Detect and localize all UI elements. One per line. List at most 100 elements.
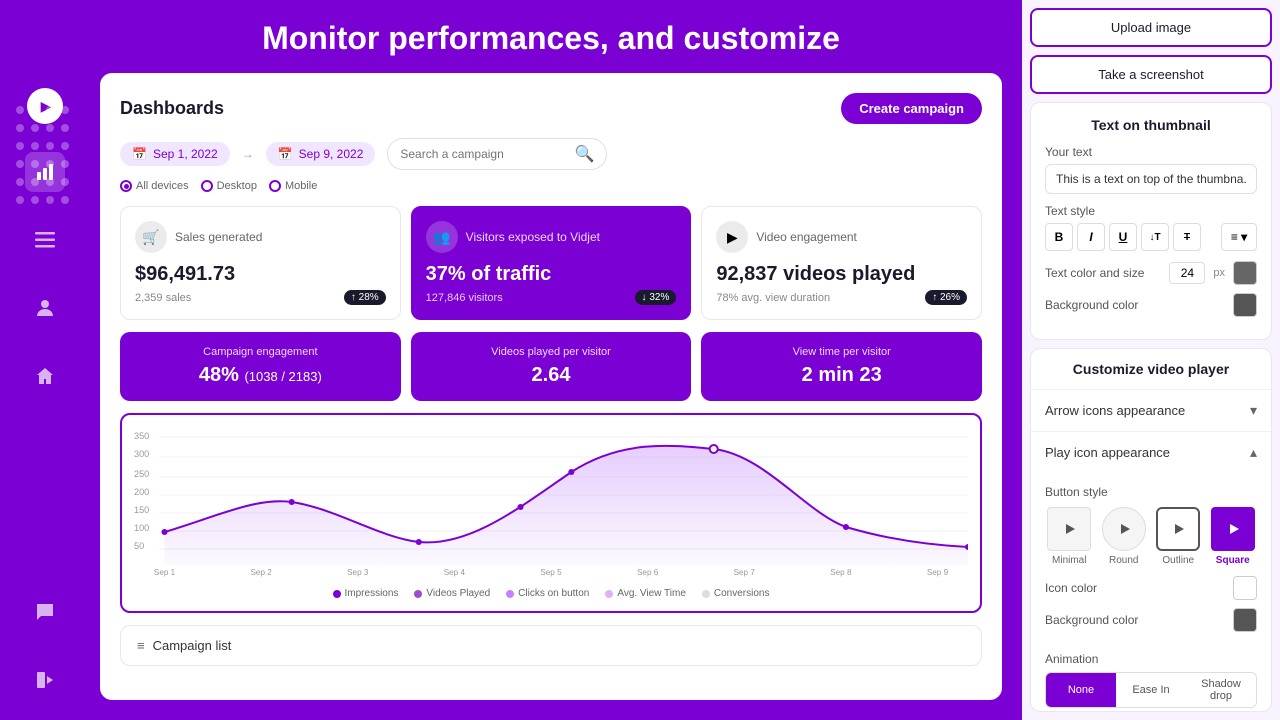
campaign-list-icon: ≡ [137,638,145,653]
filter-mobile[interactable]: Mobile [269,180,317,192]
btn-style-minimal[interactable]: Minimal [1045,507,1094,566]
engagement-label: Video engagement [756,230,857,244]
radio-all-devices [120,180,132,192]
visitors-value: 37% of traffic [426,263,677,286]
anim-ease-in[interactable]: Ease In [1116,673,1186,707]
stat-header-engagement: ▶ Video engagement [716,221,967,253]
legend-dot-conversions [702,590,710,598]
thumbnail-text-section: Text on thumbnail Your text Text style B… [1030,102,1272,340]
view-time-value: 2 min 23 [715,364,968,387]
btn-name-outline: Outline [1162,555,1194,566]
icon-color-swatch[interactable] [1233,576,1257,600]
svg-text:Sep 8: Sep 8 [830,568,852,577]
visitors-icon: 👥 [426,221,458,253]
legend-conversions: Conversions [702,588,770,599]
btn-name-round: Round [1109,555,1138,566]
icon-color-row: Icon color [1045,576,1257,600]
filter-all-devices[interactable]: All devices [120,180,189,192]
date-from-filter[interactable]: 📅 Sep 1, 2022 [120,142,230,166]
svg-text:Sep 2: Sep 2 [251,568,273,577]
upload-image-button[interactable]: Upload image [1030,8,1272,47]
thumbnail-section-title: Text on thumbnail [1045,117,1257,133]
animation-options: None Ease In Shadow drop [1045,672,1257,708]
your-text-label: Your text [1045,145,1257,159]
align-button[interactable]: ≡ ▾ [1221,223,1257,251]
campaign-list-label: Campaign list [153,638,232,653]
engagement-icon: ▶ [716,221,748,253]
sidebar-item-chat[interactable] [25,592,65,632]
align-down-button[interactable]: ↓T [1141,223,1169,251]
sidebar: ▶ [0,0,90,720]
play-icon-accordion[interactable]: Play icon appearance ▴ [1031,432,1271,473]
btn-style-round[interactable]: Round [1100,507,1149,566]
page-title: Monitor performances, and customize [100,20,1002,57]
text-color-label: Text color and size [1045,266,1161,280]
font-size-input[interactable] [1169,262,1205,284]
arrow-icons-accordion[interactable]: Arrow icons appearance ▾ [1031,390,1271,432]
btn-preview-minimal [1047,507,1091,551]
videos-per-visitor-value: 2.64 [425,364,678,387]
view-time-label: View time per visitor [715,346,968,358]
text-color-row: Text color and size px [1045,261,1257,285]
bg-color-label-play: Background color [1045,613,1225,627]
play-icon-content: Button style Minimal Round [1031,473,1271,652]
legend-view-time: Avg. View Time [605,588,686,599]
campaign-stat-engagement: Campaign engagement 48% (1038 / 2183) [120,332,401,401]
radio-mobile [269,180,281,192]
sidebar-item-user[interactable] [25,288,65,328]
campaign-list-row[interactable]: ≡ Campaign list [120,625,982,666]
dashboard-card: Dashboards Create campaign 📅 Sep 1, 2022… [100,73,1002,700]
filter-desktop[interactable]: Desktop [201,180,257,192]
radio-desktop [201,180,213,192]
device-filters: All devices Desktop Mobile [120,180,982,192]
btn-style-square[interactable]: Square [1209,507,1258,566]
chart-area-fill [165,446,968,565]
visitors-label: Visitors exposed to Vidjet [466,230,600,244]
calendar-icon: 📅 [132,147,147,161]
svg-text:Sep 4: Sep 4 [444,568,466,577]
text-color-swatch[interactable] [1233,261,1257,285]
stat-card-engagement: ▶ Video engagement 92,837 videos played … [701,206,982,320]
videos-per-visitor-label: Videos played per visitor [425,346,678,358]
legend-dot-clicks [506,590,514,598]
chart-point-5 [568,469,574,475]
campaign-engagement-value: 48% (1038 / 2183) [134,364,387,387]
legend-impressions: Impressions [333,588,399,599]
bold-button[interactable]: B [1045,223,1073,251]
visitors-badge: ↓ 32% [635,290,677,305]
legend-clicks: Clicks on button [506,588,589,599]
legend-dot-view-time [605,590,613,598]
underline-button[interactable]: U [1109,223,1137,251]
bg-color-swatch-play[interactable] [1233,608,1257,632]
dashboard-title: Dashboards [120,98,224,119]
anim-shadow-drop[interactable]: Shadow drop [1186,673,1256,707]
text-style-row: B I U ↓T T ≡ ▾ [1045,223,1257,251]
calendar-end-icon: 📅 [278,147,293,161]
chart-point-3 [416,539,422,545]
search-input[interactable] [400,147,568,161]
chart-point-1 [161,529,167,535]
take-screenshot-button[interactable]: Take a screenshot [1030,55,1272,94]
create-campaign-button[interactable]: Create campaign [841,93,982,124]
date-to-filter[interactable]: 📅 Sep 9, 2022 [266,142,376,166]
chart-legend: Impressions Videos Played Clicks on butt… [134,588,968,599]
text-style-label: Text style [1045,204,1257,218]
anim-none[interactable]: None [1046,673,1116,707]
search-box[interactable]: 🔍 [387,138,607,170]
px-label: px [1213,267,1225,279]
your-text-input[interactable] [1045,164,1257,194]
filters-row: 📅 Sep 1, 2022 → 📅 Sep 9, 2022 🔍 [120,138,982,170]
sidebar-item-home[interactable] [25,356,65,396]
chart-point-7 [843,524,849,530]
bg-color-swatch[interactable] [1233,293,1257,317]
campaign-stats-row: Campaign engagement 48% (1038 / 2183) Vi… [120,332,982,401]
italic-button[interactable]: I [1077,223,1105,251]
btn-style-outline[interactable]: Outline [1154,507,1203,566]
sidebar-item-export[interactable] [25,660,65,700]
btn-name-square: Square [1216,555,1250,566]
play-icon-label: Play icon appearance [1045,445,1170,460]
svg-text:350: 350 [134,431,149,441]
right-panel: Upload image Take a screenshot Text on t… [1022,0,1280,720]
legend-videos-played: Videos Played [414,588,490,599]
strikethrough-button[interactable]: T [1173,223,1201,251]
